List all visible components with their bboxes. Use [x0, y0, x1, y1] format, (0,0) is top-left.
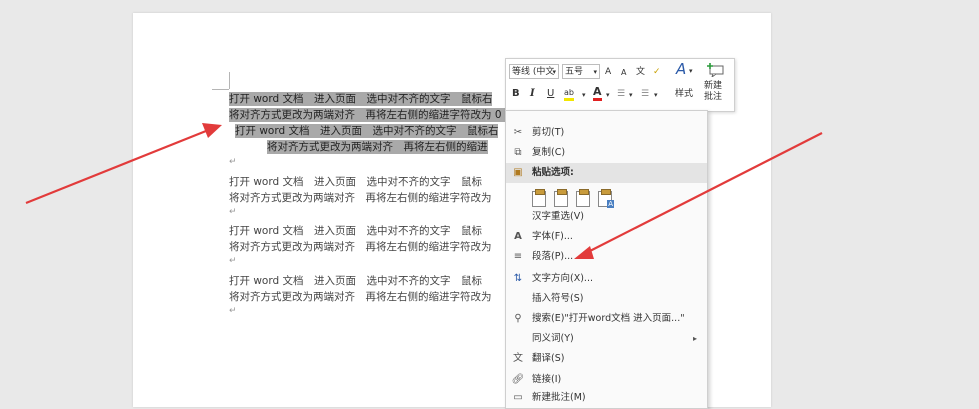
annotation-arrow-right	[574, 132, 823, 259]
annotation-arrows	[25, 123, 823, 259]
annotation-arrow-left	[25, 123, 222, 205]
